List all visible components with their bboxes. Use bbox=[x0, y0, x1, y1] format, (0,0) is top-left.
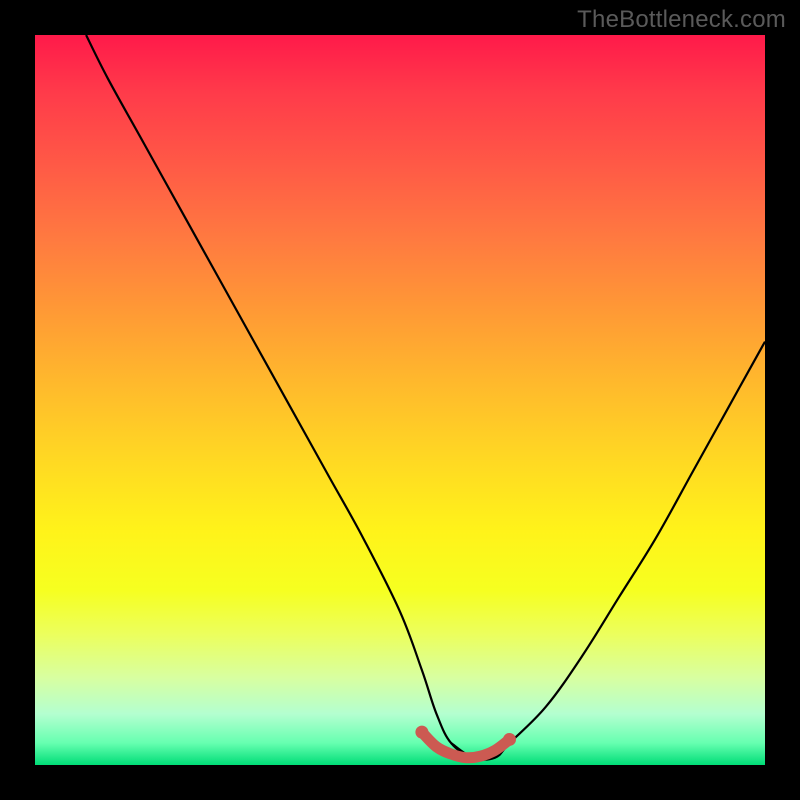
sweet-spot-band bbox=[422, 732, 510, 758]
sweet-spot-dot-right bbox=[503, 733, 516, 746]
bottleneck-curve-left bbox=[86, 35, 495, 759]
curve-svg bbox=[35, 35, 765, 765]
chart-container: TheBottleneck.com bbox=[0, 0, 800, 800]
bottleneck-curve-right bbox=[451, 342, 765, 760]
plot-area bbox=[35, 35, 765, 765]
sweet-spot-dot-left bbox=[415, 726, 428, 739]
watermark-text: TheBottleneck.com bbox=[577, 6, 786, 34]
